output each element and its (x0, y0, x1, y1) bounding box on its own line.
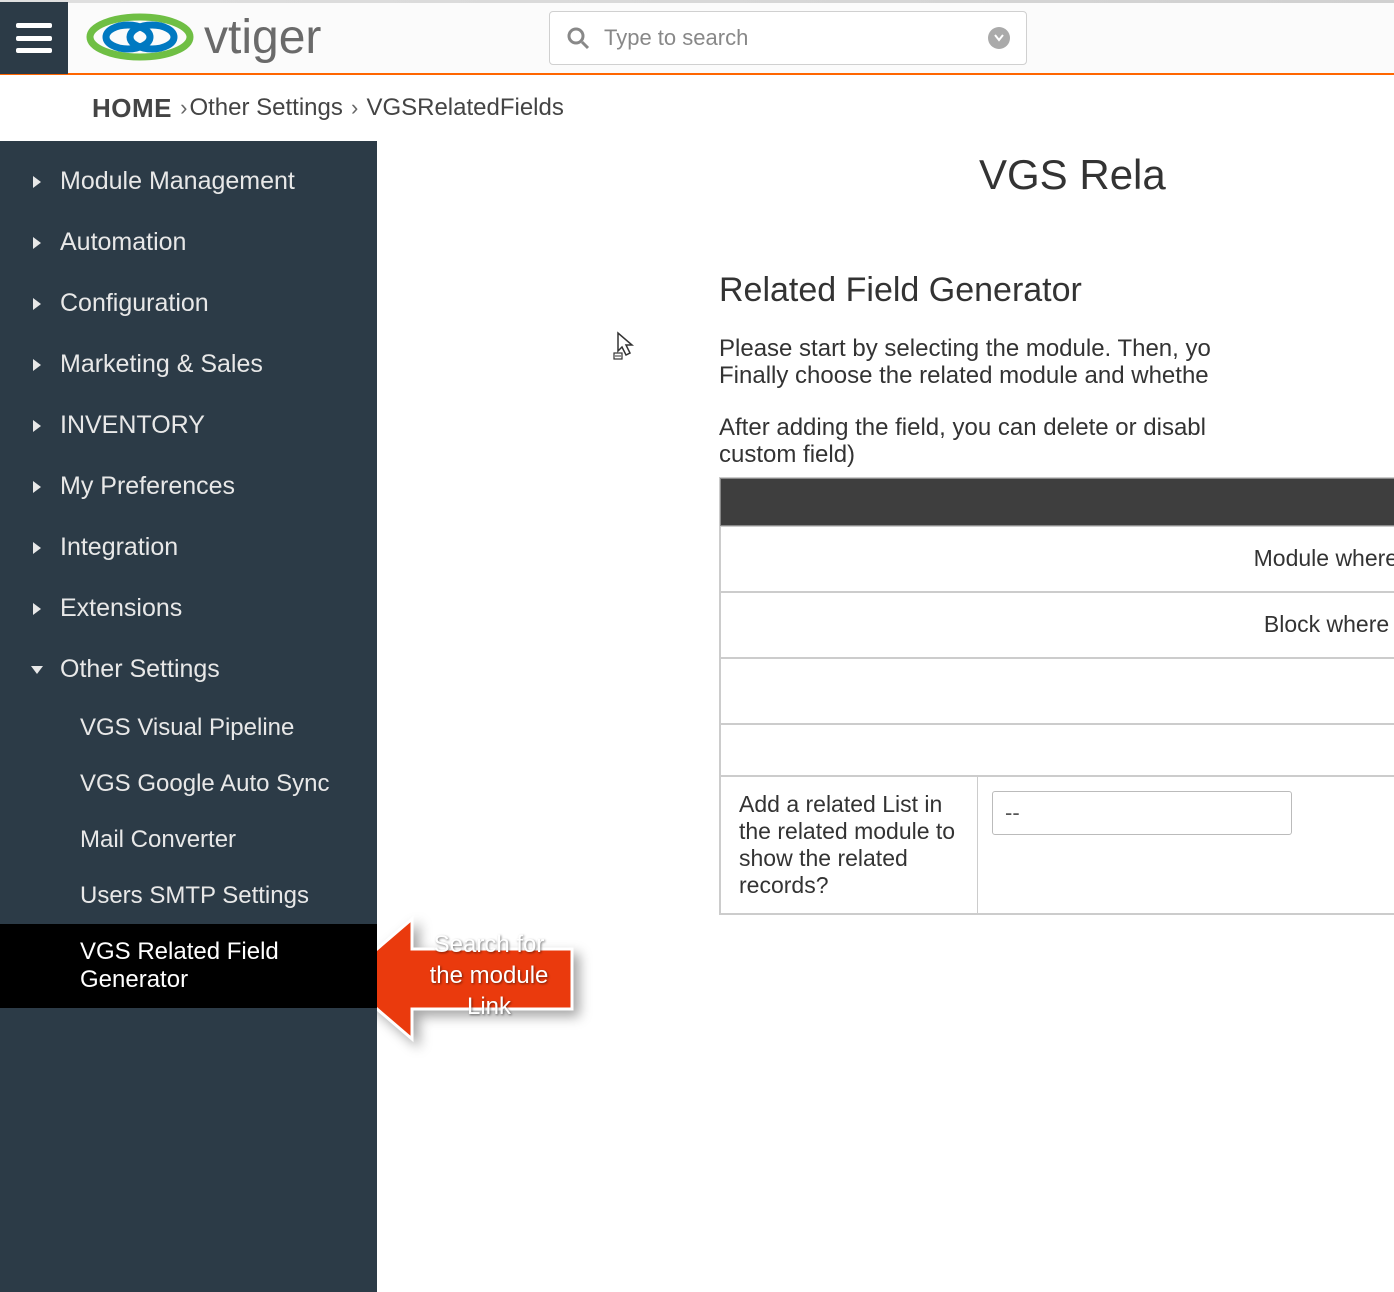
sidebar-item-label: Other Settings (60, 655, 220, 684)
sidebar-item-label: INVENTORY (60, 411, 205, 440)
table-row-related-to: Related To (720, 724, 1394, 776)
sidebar-sub-users-smtp-settings[interactable]: Users SMTP Settings (0, 868, 377, 924)
form-table: Rel Module where you will add the ne Blo… (719, 477, 1394, 915)
chevron-right-icon (28, 174, 46, 190)
header: vtiger (0, 3, 1394, 75)
sidebar-item-inventory[interactable]: INVENTORY (0, 395, 377, 456)
breadcrumb-level1[interactable]: Other Settings (189, 94, 342, 122)
description-line3: After adding the field, you can delete o… (719, 414, 1206, 442)
table-row-field-name: Your New Fiel (720, 658, 1394, 724)
sidebar-item-extensions[interactable]: Extensions (0, 578, 377, 639)
breadcrumb-home[interactable]: HOME (92, 93, 172, 124)
vtiger-logo[interactable]: vtiger (80, 9, 464, 67)
hamburger-menu-button[interactable] (0, 2, 68, 74)
chevron-right-icon (28, 540, 46, 556)
hamburger-icon (16, 23, 52, 53)
chevron-right-icon (28, 357, 46, 373)
chevron-right-icon (28, 479, 46, 495)
table-row-block: Block where the new field will be (720, 592, 1394, 658)
sidebar-item-label: Extensions (60, 594, 182, 623)
search-dropdown-icon[interactable] (988, 27, 1010, 49)
section-title: Related Field Generator (719, 271, 1082, 310)
sidebar-item-marketing-sales[interactable]: Marketing & Sales (0, 334, 377, 395)
sidebar: Module Management Automation Configurati… (0, 141, 377, 1292)
chevron-right-icon: › (345, 95, 365, 121)
sidebar-item-module-management[interactable]: Module Management (0, 151, 377, 212)
sidebar-item-label: Marketing & Sales (60, 350, 263, 379)
page-title: VGS Rela (979, 151, 1166, 199)
description-line2: Finally choose the related module and wh… (719, 362, 1209, 390)
sidebar-sub-mail-converter[interactable]: Mail Converter (0, 812, 377, 868)
cursor-icon (612, 331, 638, 361)
chevron-right-icon (28, 296, 46, 312)
sidebar-item-label: Automation (60, 228, 186, 257)
sidebar-item-configuration[interactable]: Configuration (0, 273, 377, 334)
sidebar-sub-vgs-google-auto-sync[interactable]: VGS Google Auto Sync (0, 756, 377, 812)
search-icon (566, 26, 590, 50)
svg-text:vtiger: vtiger (204, 11, 321, 64)
breadcrumb-level2: VGSRelatedFields (366, 94, 563, 122)
description-line4: custom field) (719, 441, 855, 469)
sidebar-item-my-preferences[interactable]: My Preferences (0, 456, 377, 517)
table-header: Rel (720, 478, 1394, 526)
add-list-label: Add a related List in the related module… (720, 776, 978, 914)
sidebar-item-other-settings[interactable]: Other Settings (0, 639, 377, 700)
sidebar-item-integration[interactable]: Integration (0, 517, 377, 578)
chevron-right-icon (28, 601, 46, 617)
sidebar-item-automation[interactable]: Automation (0, 212, 377, 273)
breadcrumb: HOME › Other Settings › VGSRelatedFields (0, 75, 1394, 141)
chevron-down-icon (28, 664, 46, 676)
sidebar-item-label: My Preferences (60, 472, 235, 501)
sidebar-sub-vgs-visual-pipeline[interactable]: VGS Visual Pipeline (0, 700, 377, 756)
chevron-right-icon (28, 418, 46, 434)
sidebar-item-label: Module Management (60, 167, 295, 196)
content-area: VGS Rela Related Field Generator Please … (377, 141, 1394, 1292)
chevron-right-icon: › (174, 95, 187, 121)
search-box[interactable] (549, 11, 1027, 65)
sidebar-sub-vgs-related-field-generator[interactable]: VGS Related Field Generator (0, 924, 377, 1008)
table-row-add-list: Add a related List in the related module… (720, 776, 1394, 914)
chevron-right-icon (28, 235, 46, 251)
description-line1: Please start by selecting the module. Th… (719, 335, 1211, 363)
search-input[interactable] (604, 25, 988, 51)
table-row-module: Module where you will add the ne (720, 526, 1394, 592)
add-list-select[interactable]: -- (992, 791, 1292, 835)
sidebar-item-label: Integration (60, 533, 178, 562)
sidebar-item-label: Configuration (60, 289, 209, 318)
callout-text: Search for the module Link (419, 929, 559, 1023)
